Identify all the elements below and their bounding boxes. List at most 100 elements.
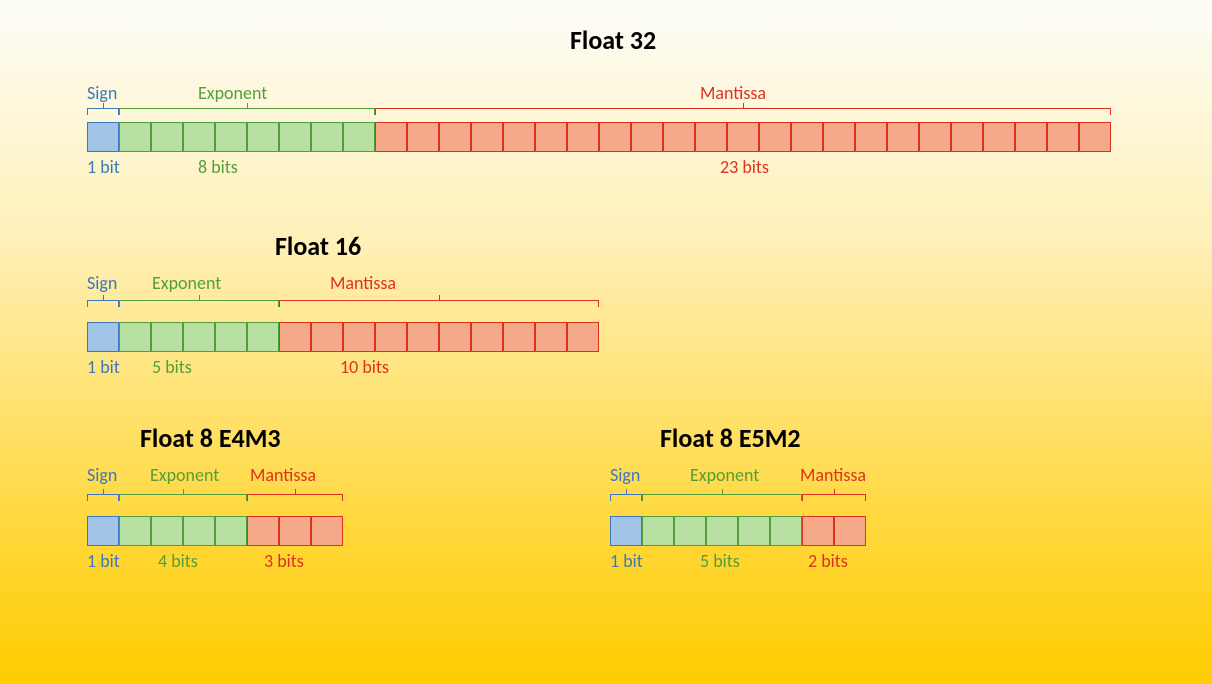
f16-bitbar [87, 322, 599, 352]
f8e4m3-mantissa-label: Mantissa [250, 464, 316, 486]
f32-man-bit [887, 122, 919, 152]
f8e4m3-exponent-count: 4 bits [158, 550, 198, 572]
f32-man-bit [503, 122, 535, 152]
f32-exp-bit [151, 122, 183, 152]
f16-man-bit [343, 322, 375, 352]
f32-bitbar [87, 122, 1111, 152]
f32-exp-bit [311, 122, 343, 152]
f8e4m3-man-bit [279, 516, 311, 546]
f8e4m3-exp-bit [183, 516, 215, 546]
f16-brace-man-color [279, 300, 599, 308]
f32-man-bit [439, 122, 471, 152]
f16-exponent-count: 5 bits [152, 356, 192, 378]
f16-title: Float 16 [275, 230, 361, 262]
f32-man-bit [471, 122, 503, 152]
f32-man-bit [919, 122, 951, 152]
f32-exp-bit [343, 122, 375, 152]
f8e5m2-exponent-label: Exponent [690, 464, 759, 486]
f32-mantissa-count: 23 bits [720, 156, 769, 178]
f32-man-bit [1079, 122, 1111, 152]
f8e4m3-exp-bit [119, 516, 151, 546]
f32-man-bit [791, 122, 823, 152]
f32-man-bit [535, 122, 567, 152]
f8e4m3-mantissa-count: 3 bits [264, 550, 304, 572]
f32-sign-count: 1 bit [87, 156, 120, 178]
f8e4m3-exp-bit [215, 516, 247, 546]
f32-exp-bit [183, 122, 215, 152]
f8e4m3-brace-sign-color [87, 494, 119, 502]
f8e4m3-man-bit [247, 516, 279, 546]
f16-exp-bit [215, 322, 247, 352]
f8e5m2-mantissa-label: Mantissa [800, 464, 866, 486]
f32-exponent-count: 8 bits [198, 156, 238, 178]
f8e5m2-sign-count: 1 bit [610, 550, 643, 572]
f16-man-bit [535, 322, 567, 352]
f32-brace-exp-color [119, 108, 375, 116]
f16-man-bit [439, 322, 471, 352]
f16-sign-bit [87, 322, 119, 352]
f32-man-bit [1015, 122, 1047, 152]
f32-man-bit [567, 122, 599, 152]
f16-exp-bit [119, 322, 151, 352]
f32-man-bit [631, 122, 663, 152]
f32-exp-bit [215, 122, 247, 152]
f8e4m3-bitbar [87, 516, 343, 546]
f8e4m3-brace-man-color [247, 494, 343, 502]
f32-man-bit [695, 122, 727, 152]
f8e5m2-exp-bit [674, 516, 706, 546]
f8e5m2-man-bit [802, 516, 834, 546]
f32-sign-label: Sign [87, 82, 117, 104]
f8e4m3-exponent-label: Exponent [150, 464, 219, 486]
f32-man-bit [855, 122, 887, 152]
f8e5m2-title: Float 8 E5M2 [660, 422, 801, 454]
f32-man-bit [407, 122, 439, 152]
f8e5m2-sign-label: Sign [610, 464, 640, 486]
f8e5m2-exp-bit [642, 516, 674, 546]
f32-title: Float 32 [570, 24, 656, 56]
f8e4m3-title: Float 8 E4M3 [140, 422, 281, 454]
f32-man-bit [823, 122, 855, 152]
f32-man-bit [727, 122, 759, 152]
f8e5m2-bitbar [610, 516, 866, 546]
f8e4m3-brace-exp-color [119, 494, 247, 502]
f32-man-bit [983, 122, 1015, 152]
f32-brace-sign-color [87, 108, 119, 116]
f8e5m2-man-bit [834, 516, 866, 546]
f32-mantissa-label: Mantissa [700, 82, 766, 104]
f8e5m2-exp-bit [738, 516, 770, 546]
f16-exp-bit [247, 322, 279, 352]
f8e5m2-exponent-count: 5 bits [700, 550, 740, 572]
f16-sign-count: 1 bit [87, 356, 120, 378]
f8e4m3-exp-bit [151, 516, 183, 546]
f8e5m2-brace-man-color [802, 494, 866, 502]
f8e5m2-brace-sign-color [610, 494, 642, 502]
f32-man-bit [759, 122, 791, 152]
f8e5m2-brace-exp-color [642, 494, 802, 502]
f16-brace-exp-color [119, 300, 279, 308]
f16-exponent-label: Exponent [152, 272, 221, 294]
f16-man-bit [375, 322, 407, 352]
f32-exp-bit [279, 122, 311, 152]
f32-man-bit [1047, 122, 1079, 152]
f16-man-bit [567, 322, 599, 352]
f16-mantissa-count: 10 bits [340, 356, 389, 378]
f16-mantissa-label: Mantissa [330, 272, 396, 294]
f32-exp-bit [247, 122, 279, 152]
f8e5m2-mantissa-count: 2 bits [808, 550, 848, 572]
f8e4m3-sign-count: 1 bit [87, 550, 120, 572]
f8e4m3-sign-label: Sign [87, 464, 117, 486]
f8e4m3-man-bit [311, 516, 343, 546]
f16-brace-sign-color [87, 300, 119, 308]
f32-exp-bit [119, 122, 151, 152]
f16-man-bit [471, 322, 503, 352]
f32-man-bit [599, 122, 631, 152]
f16-exp-bit [183, 322, 215, 352]
f32-man-bit [663, 122, 695, 152]
f16-man-bit [407, 322, 439, 352]
f8e4m3-sign-bit [87, 516, 119, 546]
f32-man-bit [951, 122, 983, 152]
f8e5m2-exp-bit [770, 516, 802, 546]
f32-sign-bit [87, 122, 119, 152]
f16-man-bit [503, 322, 535, 352]
f32-exponent-label: Exponent [198, 82, 267, 104]
